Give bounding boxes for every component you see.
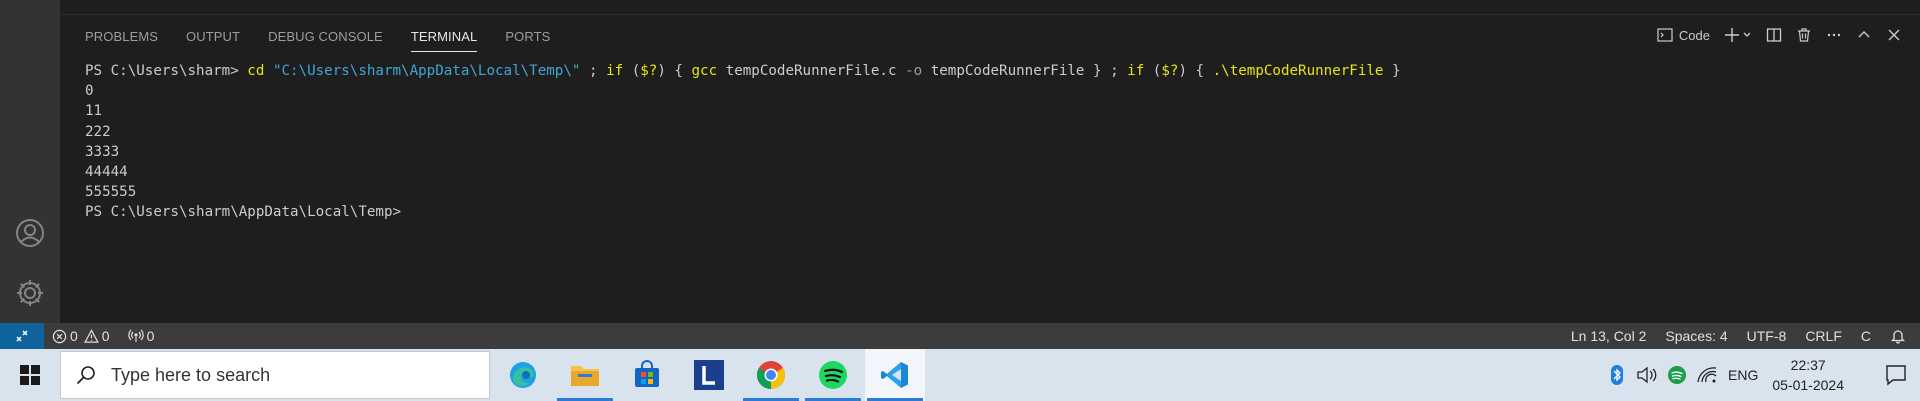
cmd-token: -o [905, 63, 923, 79]
broadcast-icon [127, 329, 144, 342]
terminal-profile-label: Code [1678, 27, 1710, 43]
volume-icon[interactable] [1632, 349, 1662, 401]
panel-actions: Code [1657, 24, 1902, 46]
windows-taskbar: Type here to search ENG 22:37 05-01-2024 [0, 349, 1920, 401]
vscode-icon[interactable] [865, 349, 925, 401]
taskbar-clock[interactable]: 22:37 05-01-2024 [1772, 355, 1844, 395]
search-placeholder: Type here to search [111, 364, 271, 385]
terminal-output-line: 3333 [85, 143, 120, 160]
chrome-icon[interactable] [741, 349, 801, 401]
cmd-token [264, 63, 273, 79]
terminal-output-line: 222 [85, 123, 111, 140]
cmd-token: if [1127, 63, 1145, 79]
status-right-group: Ln 13, Col 2 Spaces: 4 UTF-8 CRLF C [1571, 323, 1906, 349]
indentation[interactable]: Spaces: 4 [1665, 328, 1727, 344]
plus-chevron-icon [1725, 28, 1751, 42]
activity-bar [0, 0, 60, 323]
cmd-token: "C:\Users\sharm\AppData\Local\Temp\" [272, 63, 581, 79]
cmd-token: } [1383, 63, 1401, 79]
cmd-token: $? [640, 63, 658, 79]
terminal-output-line: 555555 [85, 184, 137, 201]
cmd-token: ) { [657, 63, 692, 79]
store-icon[interactable] [617, 349, 677, 401]
kill-terminal-button[interactable] [1796, 24, 1812, 46]
cmd-token: if [606, 63, 624, 79]
input-language[interactable]: ENG [1728, 367, 1758, 383]
clock-time: 22:37 [1790, 357, 1826, 373]
split-icon [1766, 28, 1782, 42]
clock-date: 05-01-2024 [1772, 377, 1844, 393]
notification-icon [1886, 365, 1906, 386]
error-icon [52, 329, 67, 343]
maximize-panel-button[interactable] [1856, 24, 1872, 46]
terminal-profile-button[interactable]: Code [1657, 27, 1710, 43]
cmd-token: $? [1161, 63, 1179, 79]
close-icon [1888, 29, 1900, 41]
start-button[interactable] [0, 349, 60, 401]
panel-divider [60, 14, 1920, 15]
taskbar-search-box[interactable]: Type here to search [60, 351, 490, 399]
tab-problems[interactable]: PROBLEMS [85, 28, 173, 52]
bell-icon[interactable] [1890, 328, 1906, 344]
cmd-token: ) { [1178, 63, 1213, 79]
tab-output[interactable]: OUTPUT [186, 28, 255, 52]
remote-icon [16, 330, 28, 342]
system-tray: ENG 22:37 05-01-2024 [1602, 349, 1920, 401]
language-mode[interactable]: C [1861, 328, 1871, 344]
cmd-token: ( [623, 63, 641, 79]
tab-terminal[interactable]: TERMINAL [410, 28, 493, 52]
cmd-token: tempCodeRunnerFile } ; [922, 63, 1128, 79]
terminal-output-line: 0 [85, 83, 94, 100]
terminal-output-line: 11 [85, 103, 103, 120]
remote-indicator-button[interactable] [0, 323, 44, 349]
tab-ports[interactable]: PORTS [505, 28, 565, 52]
status-ports-button[interactable]: 0 [127, 328, 155, 344]
search-icon [76, 366, 95, 385]
cmd-token: ; [580, 63, 607, 79]
screen: PROBLEMS OUTPUT DEBUG CONSOLE TERMINAL P… [0, 0, 1920, 401]
end-of-line[interactable]: CRLF [1805, 328, 1842, 344]
bluetooth-icon[interactable] [1602, 349, 1632, 401]
cmd-token: tempCodeRunnerFile.c [717, 63, 906, 79]
terminal-icon [1657, 28, 1673, 42]
cmd-token: gcc [691, 63, 718, 79]
terminal-output[interactable]: PS C:\Users\sharm> cd "C:\Users\sharm\Ap… [85, 61, 1401, 223]
trash-icon [1798, 28, 1810, 42]
spotify-icon[interactable] [803, 349, 863, 401]
status-problems-group: 0 0 0 [52, 323, 154, 349]
notification-center-button[interactable] [1872, 349, 1920, 401]
l-app-icon[interactable] [679, 349, 739, 401]
cmd-token: ( [1144, 63, 1162, 79]
cmd-token: cd [247, 63, 265, 79]
wifi-icon[interactable] [1692, 349, 1722, 401]
accounts-icon[interactable] [12, 215, 48, 251]
split-terminal-button[interactable] [1766, 24, 1782, 46]
windows-logo-icon [20, 365, 40, 385]
cmd-token: .\tempCodeRunnerFile [1212, 63, 1384, 79]
new-terminal-button[interactable] [1724, 24, 1752, 46]
panel: PROBLEMS OUTPUT DEBUG CONSOLE TERMINAL P… [60, 0, 1920, 323]
warning-count: 0 [101, 328, 110, 344]
warning-icon [83, 328, 99, 343]
status-bar: 0 0 0 Ln 13, Col 2 Spaces: 4 UTF-8 CRLF … [0, 323, 1920, 349]
chevron-up-icon [1858, 31, 1870, 38]
panel-tabs: PROBLEMS OUTPUT DEBUG CONSOLE TERMINAL P… [85, 28, 578, 52]
terminal-prompt: PS C:\Users\sharm> [85, 63, 248, 79]
edge-icon[interactable] [493, 349, 553, 401]
cursor-position[interactable]: Ln 13, Col 2 [1571, 328, 1647, 344]
spotify-tray-icon[interactable] [1662, 349, 1692, 401]
error-count: 0 [70, 328, 78, 344]
terminal-output-line: 44444 [85, 164, 128, 181]
tab-debug-console[interactable]: DEBUG CONSOLE [268, 28, 398, 52]
terminal-command-line: PS C:\Users\sharm> cd "C:\Users\sharm\Ap… [85, 61, 1401, 81]
file-encoding[interactable]: UTF-8 [1747, 328, 1787, 344]
ports-count: 0 [146, 328, 155, 344]
terminal-prompt-current: PS C:\Users\sharm\AppData\Local\Temp> [85, 204, 402, 221]
close-panel-button[interactable] [1886, 24, 1902, 46]
status-problems-button[interactable]: 0 0 [52, 328, 110, 344]
more-actions-button[interactable] [1826, 24, 1842, 46]
gear-icon[interactable] [12, 275, 48, 311]
file-explorer-icon[interactable] [555, 349, 615, 401]
ellipsis-icon [1827, 33, 1841, 37]
